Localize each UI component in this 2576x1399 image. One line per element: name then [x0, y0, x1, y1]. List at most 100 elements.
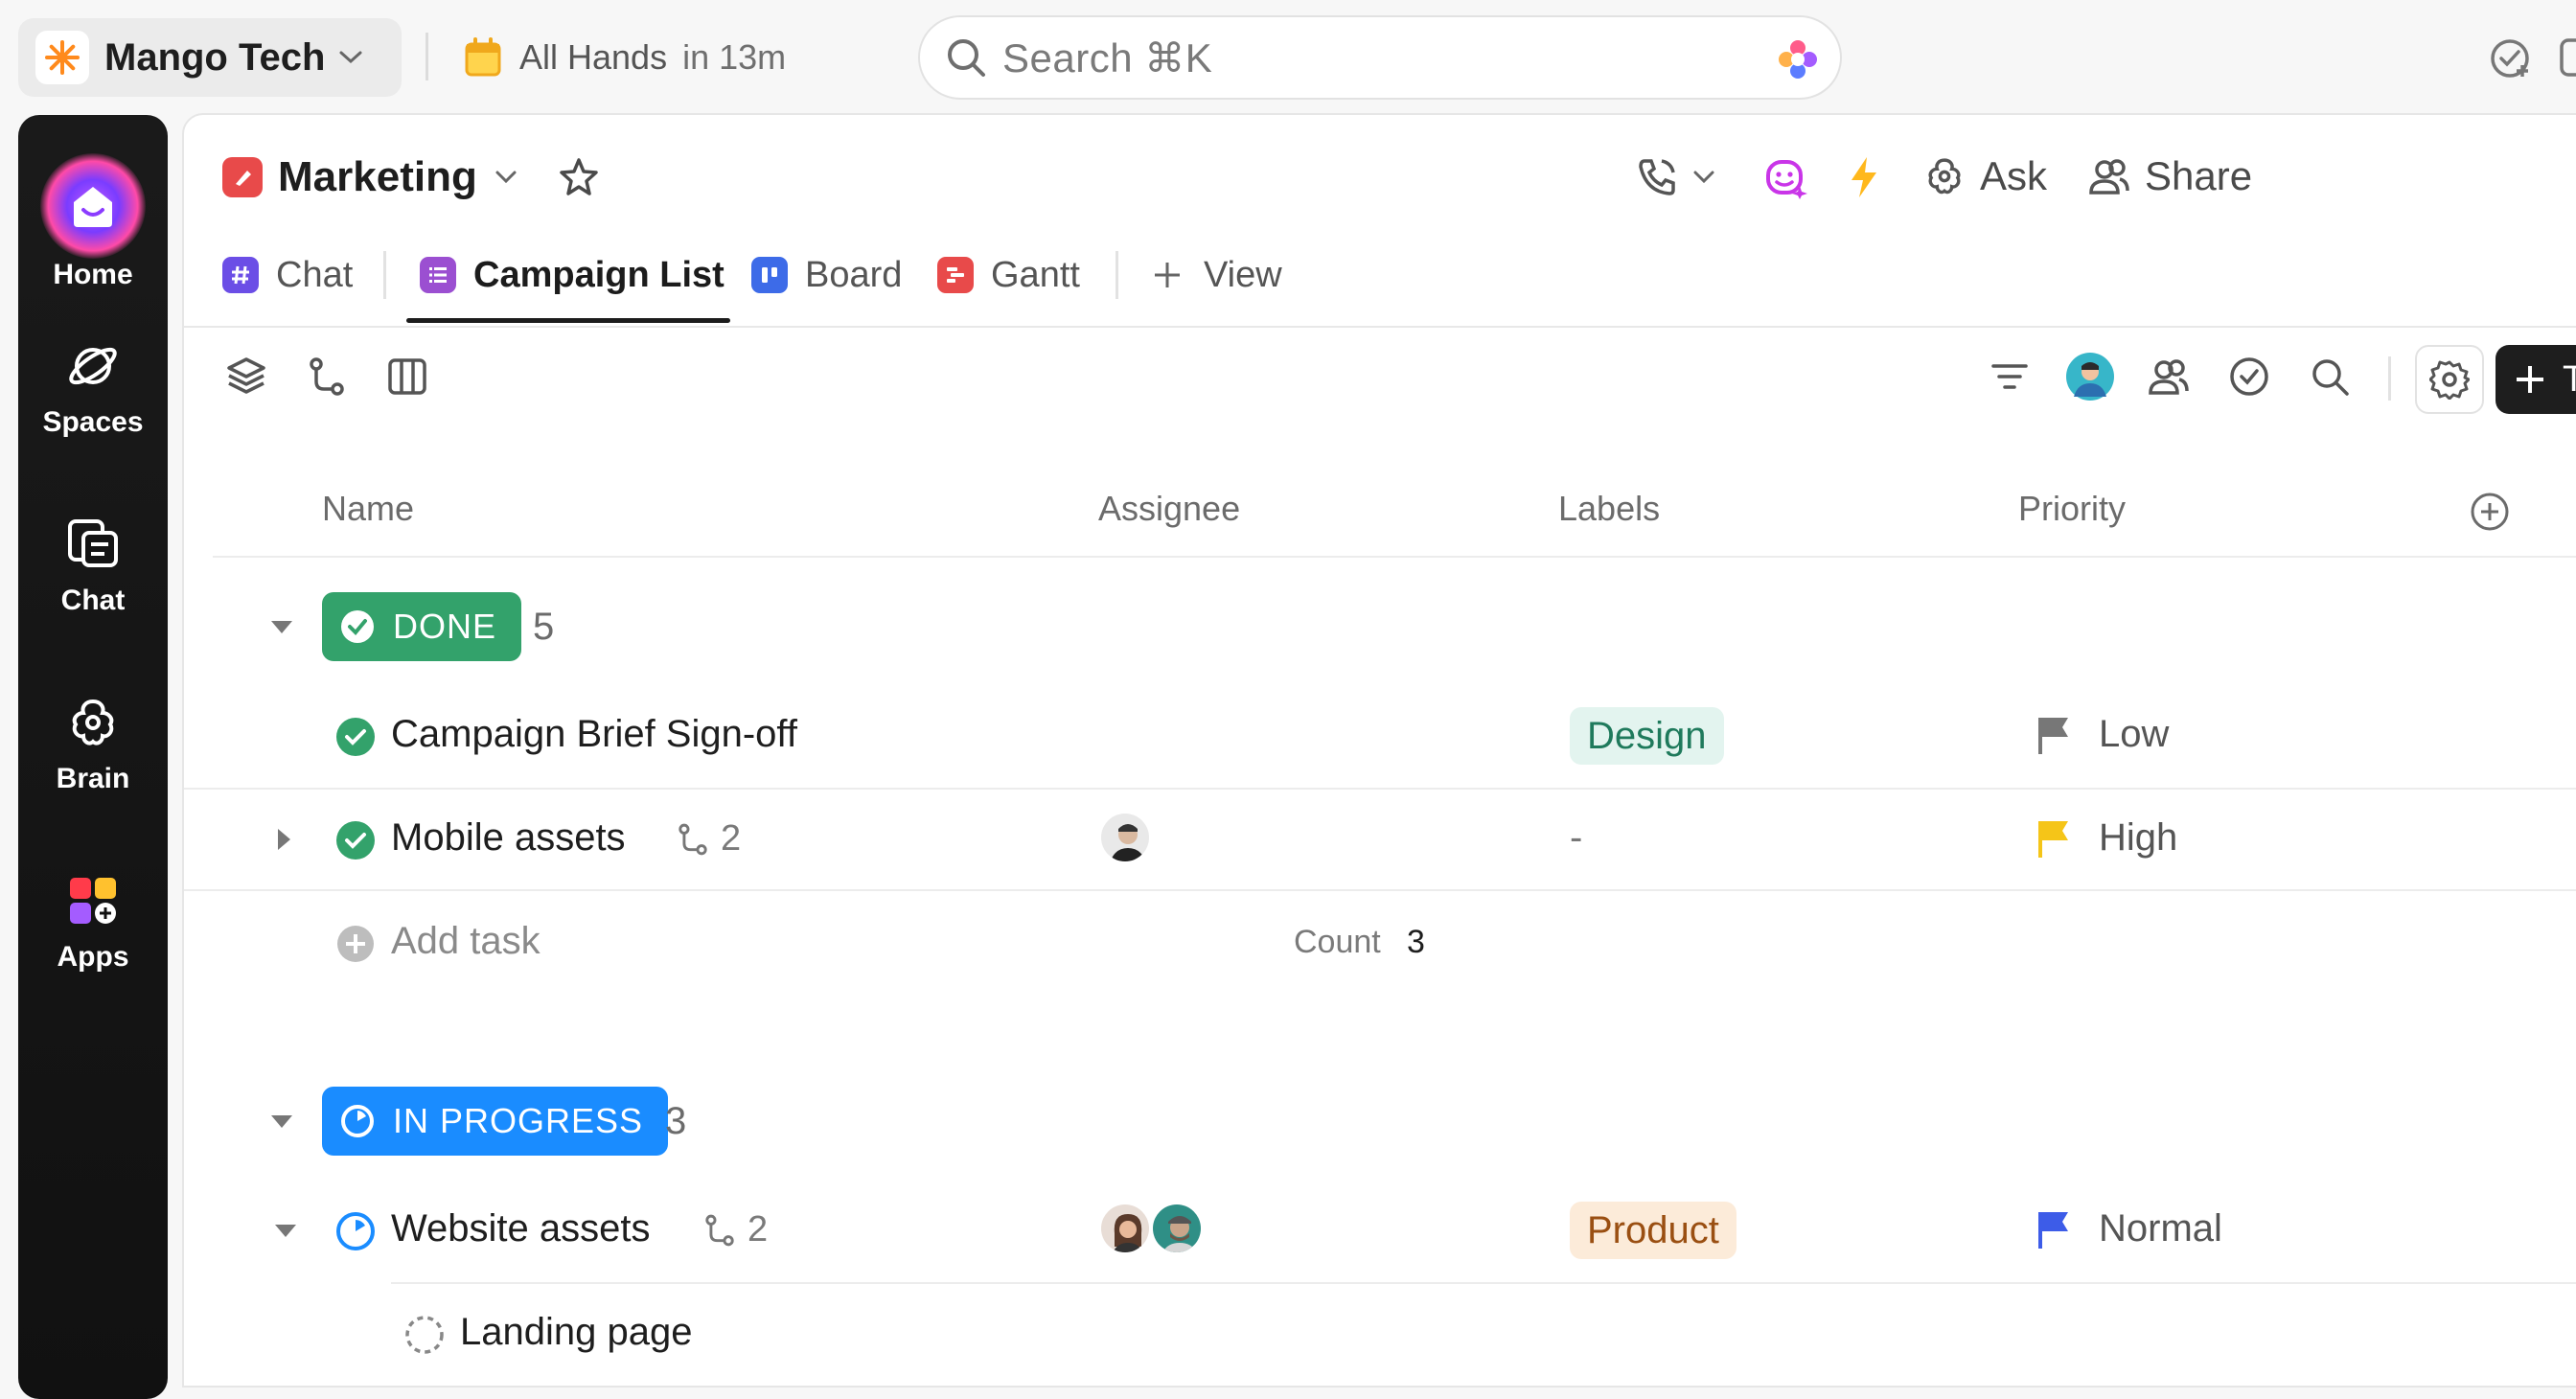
share-label: Share [2145, 153, 2253, 198]
rail-item-brain[interactable]: Brain [18, 694, 168, 795]
ask-label: Ask [1980, 153, 2048, 198]
list-icon [420, 257, 456, 293]
subtasks-icon[interactable] [305, 355, 349, 399]
add-column-icon[interactable] [2469, 491, 2511, 533]
board-icon [751, 257, 788, 293]
assignees-icon[interactable] [2147, 355, 2191, 399]
collapse-caret-icon[interactable] [268, 617, 295, 636]
ai-sparkle-icon[interactable] [1777, 38, 1819, 80]
rail-label: Home [53, 259, 133, 290]
status-todo-icon[interactable] [404, 1315, 445, 1355]
column-header-name[interactable]: Name [322, 489, 414, 529]
layers-icon[interactable] [224, 355, 268, 399]
column-header-priority[interactable]: Priority [2018, 489, 2126, 529]
subtask-name[interactable]: Landing page [460, 1311, 692, 1354]
star-icon[interactable] [558, 156, 600, 198]
status-badge-done[interactable]: DONE [322, 592, 522, 661]
list-header[interactable]: Marketing [222, 153, 600, 201]
status-badge-in-progress[interactable]: IN PROGRESS [322, 1087, 669, 1156]
status-label: DONE [393, 607, 497, 646]
search-placeholder: Search ⌘K [1002, 34, 1213, 80]
task-name[interactable]: Website assets [391, 1207, 651, 1250]
share-button[interactable]: Share [2087, 153, 2252, 199]
chevron-down-icon [338, 50, 363, 65]
flag-icon [2038, 717, 2068, 754]
add-task-button[interactable]: T [2496, 345, 2576, 414]
group-count: 5 [533, 606, 555, 648]
tab-label: View [1204, 254, 1282, 295]
priority-label: Low [2099, 713, 2170, 755]
columns-icon[interactable] [385, 355, 429, 399]
search-bar[interactable]: Search ⌘K [918, 15, 1842, 100]
label-chip[interactable]: Product [1570, 1202, 1736, 1259]
task-name[interactable]: Mobile assets [391, 816, 626, 860]
status-done-icon[interactable] [335, 717, 376, 757]
label-chip[interactable]: Design [1570, 707, 1724, 765]
add-task-link[interactable]: Add task [391, 920, 540, 963]
status-done-icon[interactable] [335, 820, 376, 860]
brain-icon [64, 694, 122, 751]
avatar[interactable] [1098, 811, 1152, 864]
plus-icon [1150, 258, 1184, 292]
ai-assistant-icon[interactable] [1763, 155, 1807, 199]
workspace-name: Mango Tech [104, 35, 326, 79]
empty-label[interactable]: - [1570, 816, 1582, 860]
brain-icon [1922, 154, 1966, 198]
count-value: 3 [1407, 924, 1425, 960]
divider [426, 33, 428, 80]
window-icon[interactable] [2559, 36, 2576, 80]
count-label: Count [1294, 924, 1381, 960]
subtask-count[interactable]: 2 [702, 1209, 768, 1250]
check-circle-icon[interactable] [2227, 355, 2271, 399]
tab-board[interactable]: Board [751, 247, 902, 303]
priority-low[interactable]: Low [2036, 713, 2169, 756]
tab-add-view[interactable]: View [1150, 247, 1282, 303]
column-header-labels[interactable]: Labels [1558, 489, 1660, 529]
status-label: IN PROGRESS [393, 1101, 644, 1140]
divider [184, 326, 2576, 328]
subtask-count[interactable]: 2 [675, 818, 741, 860]
settings-button[interactable] [2415, 345, 2484, 414]
gear-icon [2429, 359, 2470, 400]
group-count: 3 [665, 1100, 687, 1142]
status-in-progress-icon[interactable] [335, 1211, 376, 1251]
task-name[interactable]: Campaign Brief Sign-off [391, 713, 797, 756]
rail-item-chat[interactable]: Chat [18, 516, 168, 617]
tab-campaign-list[interactable]: Campaign List [420, 247, 724, 303]
event-title: All Hands [519, 37, 668, 77]
rail-item-apps[interactable]: Apps [18, 872, 168, 974]
add-task-icon[interactable] [335, 924, 376, 964]
priority-label: High [2099, 816, 2178, 859]
users-icon [2087, 154, 2131, 198]
collapse-caret-icon[interactable] [268, 1112, 295, 1131]
upcoming-event[interactable]: All Hands in 13m [464, 29, 786, 86]
expand-caret-icon[interactable] [274, 826, 293, 853]
avatar[interactable] [2066, 353, 2114, 401]
priority-normal[interactable]: Normal [2036, 1207, 2222, 1250]
tab-chat[interactable]: Chat [222, 247, 353, 303]
chevron-down-icon [494, 170, 518, 185]
flag-icon [2038, 820, 2068, 858]
ask-button[interactable]: Ask [1922, 153, 2047, 199]
filter-icon[interactable] [1988, 355, 2032, 399]
column-header-assignee[interactable]: Assignee [1098, 489, 1240, 529]
avatar[interactable] [1098, 1202, 1152, 1255]
priority-high[interactable]: High [2036, 816, 2177, 860]
row-divider [184, 788, 2576, 790]
collapse-caret-icon[interactable] [272, 1221, 299, 1240]
planet-icon [64, 337, 122, 395]
tab-label: Chat [276, 254, 354, 295]
automation-bolt-icon[interactable] [1846, 155, 1882, 199]
tab-divider [1116, 251, 1118, 299]
workspace-switcher[interactable]: Mango Tech [18, 18, 402, 97]
event-time: in 13m [682, 37, 787, 77]
call-button[interactable] [1635, 155, 1715, 199]
tab-gantt[interactable]: Gantt [937, 247, 1080, 303]
search-icon[interactable] [2308, 355, 2352, 399]
rail-item-home[interactable]: Home [18, 153, 168, 291]
avatar[interactable] [1150, 1202, 1204, 1255]
rail-label: Apps [57, 941, 129, 973]
task-check-icon[interactable] [2488, 36, 2532, 80]
add-task-label: T [2563, 358, 2576, 400]
rail-item-spaces[interactable]: Spaces [18, 337, 168, 439]
